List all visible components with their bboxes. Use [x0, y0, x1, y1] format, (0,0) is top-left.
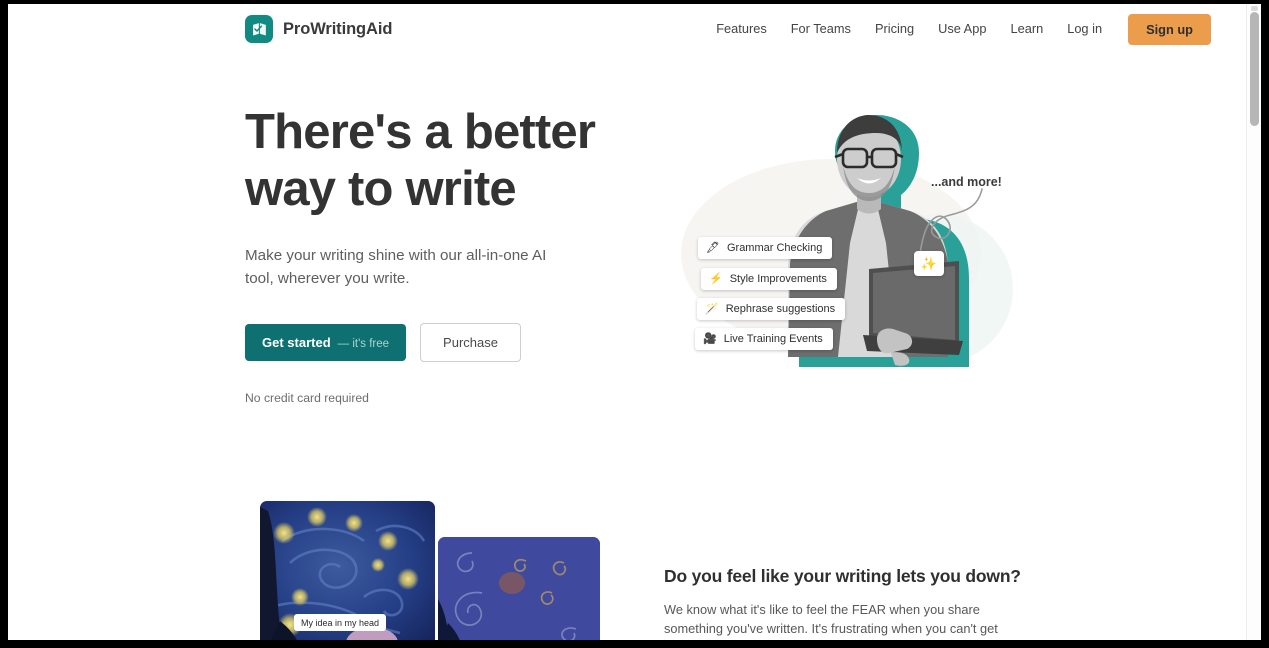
scrollbar-thumb[interactable]	[1250, 12, 1259, 126]
feature-pill-live-training-events[interactable]: 🎥 Live Training Events	[695, 328, 833, 350]
hero-title-line-1: There's a better	[245, 105, 596, 159]
brand-name: ProWritingAid	[283, 19, 393, 38]
sparkle-badge[interactable]: ✨	[914, 251, 944, 276]
lower-section-heading: Do you feel like your writing lets you d…	[664, 566, 1021, 586]
no-credit-card-note: No credit card required	[245, 391, 369, 405]
nav-link-learn[interactable]: Learn	[998, 13, 1055, 45]
nav-link-for-teams[interactable]: For Teams	[779, 13, 863, 45]
main-navigation: Features For Teams Pricing Use App Learn…	[704, 13, 1211, 45]
sign-up-button[interactable]: Sign up	[1128, 13, 1211, 45]
nav-link-use-app[interactable]: Use App	[926, 13, 998, 45]
sparkle-icon: ✨	[920, 255, 938, 271]
nav-link-pricing[interactable]: Pricing	[863, 13, 926, 45]
page-title: There's a better way to write	[245, 104, 645, 218]
nav-link-log-in[interactable]: Log in	[1055, 13, 1114, 45]
magic-wand-icon: 🪄	[705, 302, 719, 315]
hero-illustration: 🖋 Grammar Checking ⚡ Style Improvements …	[663, 99, 1033, 399]
page-content: ProWritingAid Features For Teams Pricing…	[8, 4, 1246, 640]
feature-pill-style-improvements[interactable]: ⚡ Style Improvements	[701, 268, 837, 290]
get-started-button[interactable]: Get started — it's free	[245, 324, 407, 361]
feature-pill-rephrase-suggestions[interactable]: 🪄 Rephrase suggestions	[697, 298, 846, 320]
scrollbar-up-arrow[interactable]	[1251, 6, 1258, 11]
starry-night-panel: My idea in my head	[260, 501, 435, 640]
nav-link-features[interactable]: Features	[704, 13, 779, 45]
video-camera-icon: 🎥	[703, 332, 717, 345]
feature-pill-label: Grammar Checking	[726, 242, 823, 254]
brand-logo[interactable]: ProWritingAid	[245, 13, 392, 45]
feature-pill-label: Rephrase suggestions	[725, 303, 836, 315]
lower-section: Do you feel like your writing lets you d…	[664, 566, 1021, 640]
vertical-scrollbar[interactable]	[1246, 4, 1261, 640]
browser-frame: ProWritingAid Features For Teams Pricing…	[0, 0, 1269, 648]
get-started-note: — it's free	[337, 338, 390, 350]
starry-panel-label: My idea in my head	[301, 618, 379, 628]
hero-section: There's a better way to write Make your …	[245, 104, 645, 405]
hero-title-line-2: way to write	[245, 162, 517, 216]
quill-pen-icon: 🖋	[706, 241, 720, 254]
lower-section-body: We know what it's like to feel the FEAR …	[664, 602, 998, 636]
site-header: ProWritingAid Features For Teams Pricing…	[8, 4, 1246, 60]
blank-blue-panel	[438, 537, 600, 640]
feature-pill-label: Style Improvements	[729, 273, 827, 285]
book-check-icon	[245, 15, 273, 43]
purchase-button[interactable]: Purchase	[420, 323, 521, 362]
hero-subtitle: Make your writing shine with our all-in-…	[245, 247, 547, 287]
get-started-label: Get started	[262, 335, 331, 350]
page-viewport: ProWritingAid Features For Teams Pricing…	[8, 4, 1261, 640]
feature-pill-label: Live Training Events	[723, 333, 823, 345]
lightning-bolt-icon: ⚡	[709, 272, 723, 285]
hero-cta-group: Get started — it's free Purchase	[245, 323, 645, 362]
feature-pill-grammar-checking[interactable]: 🖋 Grammar Checking	[698, 237, 833, 259]
